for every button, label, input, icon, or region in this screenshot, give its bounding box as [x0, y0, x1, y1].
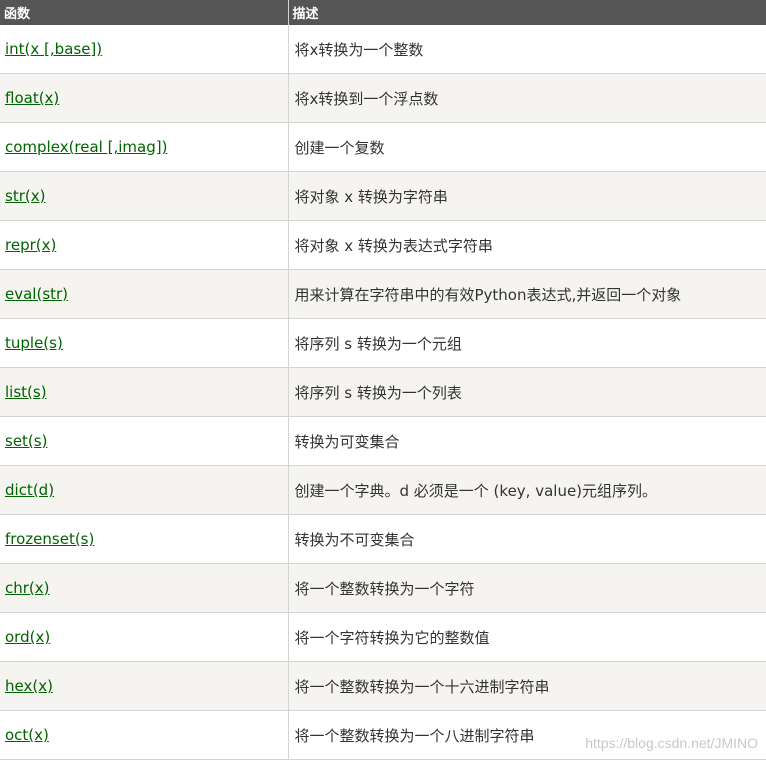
function-cell: ord(x)	[0, 612, 289, 662]
function-cell: hex(x)	[0, 661, 289, 711]
function-link[interactable]: dict(d)	[5, 481, 54, 499]
table-row: frozenset(s) 转换为不可变集合	[0, 514, 766, 564]
function-link[interactable]: int(x [,base])	[5, 40, 102, 58]
table-row: set(s) 转换为可变集合	[0, 416, 766, 466]
function-link[interactable]: frozenset(s)	[5, 530, 94, 548]
function-cell: set(s)	[0, 416, 289, 466]
description-cell: 将x转换为一个整数	[288, 25, 766, 74]
function-cell: chr(x)	[0, 563, 289, 613]
function-cell: str(x)	[0, 171, 289, 221]
description-cell: 将一个整数转换为一个字符	[288, 563, 766, 613]
table-row: ord(x) 将一个字符转换为它的整数值	[0, 612, 766, 662]
table-row: eval(str) 用来计算在字符串中的有效Python表达式,并返回一个对象	[0, 269, 766, 319]
table-row: complex(real [,imag]) 创建一个复数	[0, 122, 766, 172]
table-row: tuple(s) 将序列 s 转换为一个元组	[0, 318, 766, 368]
function-link[interactable]: chr(x)	[5, 579, 50, 597]
function-link[interactable]: list(s)	[5, 383, 47, 401]
table-row: float(x) 将x转换到一个浮点数	[0, 73, 766, 123]
function-cell: repr(x)	[0, 220, 289, 270]
function-cell: tuple(s)	[0, 318, 289, 368]
description-cell: 创建一个字典。d 必须是一个 (key, value)元组序列。	[288, 465, 766, 515]
table-row: str(x) 将对象 x 转换为字符串	[0, 171, 766, 221]
description-cell: 将序列 s 转换为一个列表	[288, 367, 766, 417]
table-row: list(s) 将序列 s 转换为一个列表	[0, 367, 766, 417]
header-description: 描述	[288, 0, 766, 25]
table-row: dict(d) 创建一个字典。d 必须是一个 (key, value)元组序列。	[0, 465, 766, 515]
function-cell: int(x [,base])	[0, 25, 289, 74]
table-row: hex(x) 将一个整数转换为一个十六进制字符串	[0, 661, 766, 711]
function-link[interactable]: complex(real [,imag])	[5, 138, 167, 156]
description-cell: 用来计算在字符串中的有效Python表达式,并返回一个对象	[288, 269, 766, 319]
function-link[interactable]: eval(str)	[5, 285, 68, 303]
function-link[interactable]: set(s)	[5, 432, 47, 450]
table-header-row: 函数 描述	[0, 0, 766, 25]
description-cell: 将对象 x 转换为字符串	[288, 171, 766, 221]
function-link[interactable]: float(x)	[5, 89, 59, 107]
table-row: int(x [,base]) 将x转换为一个整数	[0, 25, 766, 74]
function-link[interactable]: oct(x)	[5, 726, 49, 744]
function-cell: list(s)	[0, 367, 289, 417]
description-cell: 创建一个复数	[288, 122, 766, 172]
function-link[interactable]: str(x)	[5, 187, 45, 205]
header-function: 函数	[0, 0, 289, 25]
description-cell: 将一个字符转换为它的整数值	[288, 612, 766, 662]
description-cell: 将x转换到一个浮点数	[288, 73, 766, 123]
function-link[interactable]: tuple(s)	[5, 334, 63, 352]
table-row: repr(x) 将对象 x 转换为表达式字符串	[0, 220, 766, 270]
description-cell: 将一个整数转换为一个十六进制字符串	[288, 661, 766, 711]
watermark: https://blog.csdn.net/JMINO	[585, 735, 758, 751]
function-cell: eval(str)	[0, 269, 289, 319]
description-cell: 将序列 s 转换为一个元组	[288, 318, 766, 368]
function-link[interactable]: repr(x)	[5, 236, 56, 254]
function-link[interactable]: ord(x)	[5, 628, 50, 646]
function-link[interactable]: hex(x)	[5, 677, 53, 695]
functions-table: 函数 描述 int(x [,base]) 将x转换为一个整数 float(x) 将x转…	[0, 0, 766, 760]
function-cell: float(x)	[0, 73, 289, 123]
table-row: chr(x) 将一个整数转换为一个字符	[0, 563, 766, 613]
description-cell: 将对象 x 转换为表达式字符串	[288, 220, 766, 270]
function-cell: oct(x)	[0, 710, 289, 760]
function-cell: frozenset(s)	[0, 514, 289, 564]
description-cell: 转换为可变集合	[288, 416, 766, 466]
function-cell: dict(d)	[0, 465, 289, 515]
description-cell: 转换为不可变集合	[288, 514, 766, 564]
function-cell: complex(real [,imag])	[0, 122, 289, 172]
